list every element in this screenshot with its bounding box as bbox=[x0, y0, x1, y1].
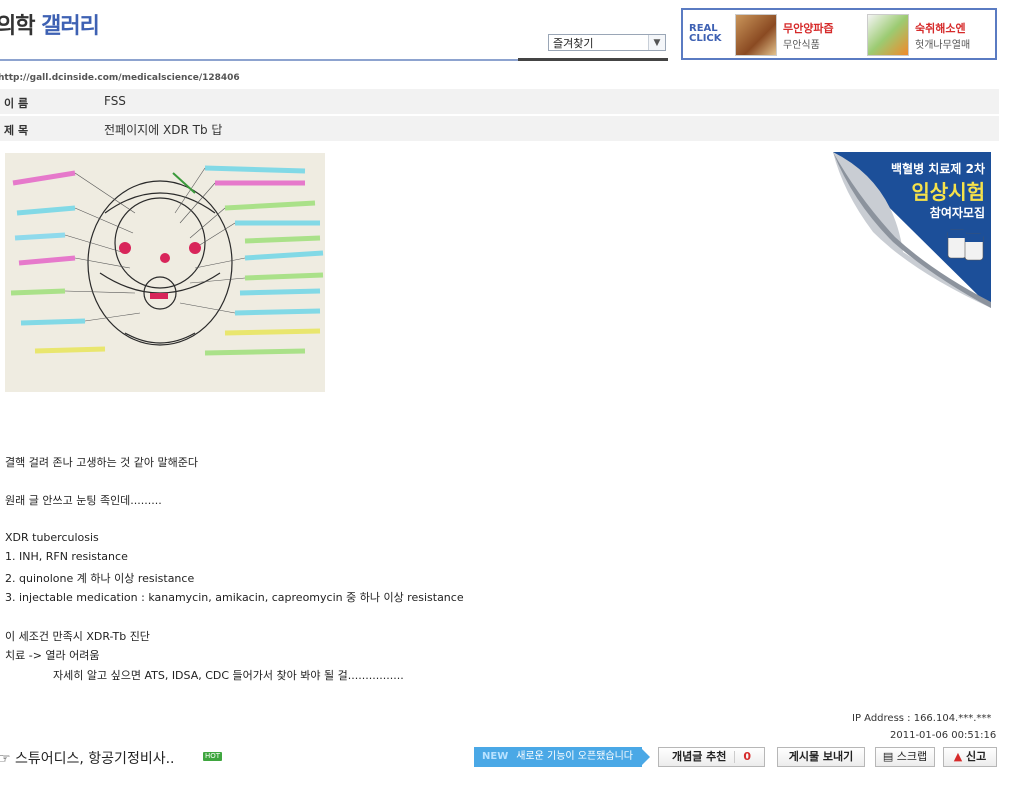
realclick-logo-line2: CLICK bbox=[689, 33, 722, 44]
scrap-button[interactable]: ▤ 스크랩 bbox=[875, 747, 935, 767]
clinical-trial-ad[interactable]: 백혈병 치료제 2차 임상시험 참여자모집 bbox=[833, 152, 991, 308]
subject-label: 제 목 bbox=[4, 124, 29, 137]
bookmark-select[interactable]: 즐겨찾기 ▼ bbox=[548, 34, 666, 51]
gallery-title[interactable]: 의학 갤러리 bbox=[0, 8, 100, 40]
header-divider-accent bbox=[518, 58, 668, 61]
author-row: 이 름 FSS bbox=[0, 89, 999, 115]
post-body-line: 3. injectable medication : kanamycin, am… bbox=[5, 591, 464, 604]
ad-trial-line1: 백혈병 치료제 2차 bbox=[891, 162, 985, 176]
recommend-count: 0 bbox=[743, 750, 752, 763]
ad-trial-line3: 참여자모집 bbox=[929, 206, 985, 220]
siren-icon: ▲ bbox=[953, 750, 963, 763]
document-icon: ▤ bbox=[882, 750, 894, 763]
post-url[interactable]: http://gall.dcinside.com/medicalscience/… bbox=[0, 73, 240, 83]
post-body-line: XDR tuberculosis bbox=[5, 531, 99, 544]
gallery-title-accent: 갤러리 bbox=[41, 14, 100, 39]
ad-item-1-title: 무안양파즙 bbox=[783, 22, 834, 35]
post-body-line: 이 세조건 만족시 XDR-Tb 진단 bbox=[5, 630, 150, 643]
ad-product-image-onion-juice[interactable] bbox=[735, 14, 777, 56]
author-name[interactable]: FSS bbox=[104, 94, 126, 108]
send-post-button[interactable]: 게시물 보내기 bbox=[777, 747, 865, 767]
post-subject: 전페이지에 XDR Tb 답 bbox=[104, 123, 223, 137]
ip-address: IP Address : 166.104.***.*** bbox=[852, 713, 992, 724]
new-tag: NEW bbox=[482, 751, 509, 762]
ad-item-1-subtitle: 무안식품 bbox=[783, 40, 820, 51]
chevron-down-icon[interactable]: ▼ bbox=[648, 35, 665, 50]
new-feature-text: 새로운 기능이 오픈됐습니다 bbox=[516, 751, 633, 762]
ad-product-image-hangover[interactable] bbox=[867, 14, 909, 56]
author-label: 이 름 bbox=[4, 97, 29, 110]
ad-item-2-title: 숙취해소엔 bbox=[915, 22, 966, 35]
realclick-ad-box[interactable]: REAL CLICK 무안양파즙 무안식품 숙취해소엔 헛개나무열매 bbox=[681, 8, 997, 60]
post-body-line: 2. quinolone 계 하나 이상 resistance bbox=[5, 572, 195, 585]
arrow-right-icon bbox=[642, 749, 650, 765]
new-feature-banner[interactable]: NEW 새로운 기능이 오픈됐습니다 bbox=[474, 747, 650, 767]
ad-trial-line2: 임상시험 bbox=[911, 180, 985, 204]
ad-item-1[interactable]: 무안양파즙 무안식품 bbox=[783, 20, 834, 51]
ad-item-2-subtitle: 헛개나무열매 bbox=[915, 40, 971, 51]
scrap-label: 스크랩 bbox=[896, 750, 928, 763]
subject-row: 제 목 전페이지에 XDR Tb 답 bbox=[0, 116, 999, 142]
realclick-logo: REAL CLICK bbox=[689, 24, 722, 44]
recommend-label: 개념글 추천 bbox=[671, 750, 727, 763]
report-button[interactable]: ▲ 신고 bbox=[943, 747, 997, 767]
post-body-line: 치료 -> 열라 어려움 bbox=[5, 649, 100, 662]
hot-badge: HOT bbox=[203, 752, 222, 761]
gallery-title-prefix: 의학 bbox=[0, 14, 42, 39]
send-post-label: 게시물 보내기 bbox=[788, 750, 854, 763]
ad-item-2[interactable]: 숙취해소엔 헛개나무열매 bbox=[915, 20, 970, 51]
post-body-line: 결핵 걸려 존나 고생하는 것 같아 말해준다 bbox=[5, 456, 199, 469]
post-image-skull-base-nerves[interactable] bbox=[5, 153, 325, 392]
post-body-line: 1. INH, RFN resistance bbox=[5, 550, 128, 563]
divider bbox=[734, 751, 736, 763]
bookmark-select-value: 즐겨찾기 bbox=[553, 37, 594, 50]
report-label: 신고 bbox=[966, 750, 987, 763]
related-post-link[interactable]: ☞ 스튜어디스, 항공기정비사.. bbox=[0, 748, 174, 768]
post-date: 2011-01-06 00:51:16 bbox=[890, 730, 997, 741]
post-body-line: 원래 글 안쓰고 눈팅 족인데......... bbox=[5, 494, 162, 507]
post-body-line: 자세히 알고 싶으면 ATS, IDSA, CDC 들어가서 찾아 봐야 될 걸… bbox=[53, 669, 404, 682]
recommend-button[interactable]: 개념글 추천 0 bbox=[658, 747, 765, 767]
